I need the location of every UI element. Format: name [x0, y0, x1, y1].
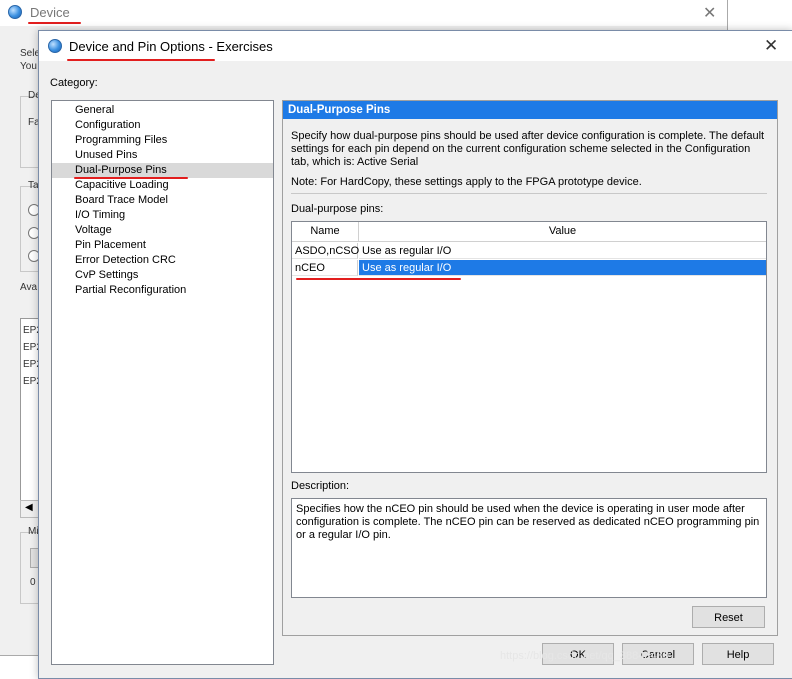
bg-fragment: You	[20, 61, 37, 72]
device-and-pin-options-dialog: Device and Pin Options - Exercises ✕ Cat…	[38, 30, 792, 679]
category-item-capacitive-loading[interactable]: Capacitive Loading	[52, 178, 273, 193]
dual-purpose-pins-label: Dual-purpose pins:	[291, 203, 384, 215]
category-item-io-timing[interactable]: I/O Timing	[52, 208, 273, 223]
globe-app-icon	[48, 39, 62, 53]
bg-fragment: Sele	[20, 48, 41, 59]
separator	[291, 193, 767, 194]
description-text: Specifies how the nCEO pin should be use…	[296, 503, 760, 541]
close-icon[interactable]: ✕	[703, 3, 716, 23]
category-item-voltage[interactable]: Voltage	[52, 223, 273, 238]
reset-button[interactable]: Reset	[692, 606, 765, 628]
watermark: https://blog.csdn.net/qq_38843430	[500, 650, 669, 662]
dual-purpose-pins-table[interactable]: Name Value ASDO,nCSO Use as regular I/O …	[291, 221, 767, 473]
table-row-value-cell[interactable]: Use as regular I/O	[359, 243, 766, 259]
category-item-partial-reconfiguration[interactable]: Partial Reconfiguration	[52, 283, 273, 298]
panel-header: Dual-Purpose Pins	[283, 101, 777, 119]
description-label: Description:	[291, 480, 350, 492]
column-header-name[interactable]: Name	[292, 222, 359, 242]
help-button[interactable]: Help	[702, 643, 774, 665]
category-item-cvp-settings[interactable]: CvP Settings	[52, 268, 273, 283]
dual-purpose-pins-panel: Dual-Purpose Pins Specify how dual-purpo…	[282, 100, 778, 636]
description-box: Specifies how the nCEO pin should be use…	[291, 498, 767, 598]
bg-fragment: Ta	[28, 180, 39, 191]
annotation-underline	[296, 278, 461, 280]
panel-description: Specify how dual-purpose pins should be …	[291, 130, 765, 168]
category-item-unused-pins[interactable]: Unused Pins	[52, 148, 273, 163]
table-row-name-cell[interactable]: nCEO	[292, 260, 358, 276]
close-icon[interactable]: ✕	[764, 36, 778, 56]
dialog-titlebar: Device and Pin Options - Exercises ✕	[39, 31, 792, 61]
table-row-name-cell[interactable]: ASDO,nCSO	[292, 243, 359, 259]
annotation-underline	[67, 59, 215, 61]
bg-fragment: Mi	[28, 526, 39, 537]
hardcopy-note: Note: For HardCopy, these settings apply…	[291, 176, 642, 188]
globe-app-icon	[8, 5, 22, 19]
category-tree[interactable]: General Configuration Programming Files …	[51, 100, 274, 665]
category-item-board-trace-model[interactable]: Board Trace Model	[52, 193, 273, 208]
category-label: Category:	[50, 77, 98, 89]
background-titlebar: Device ✕	[0, 0, 727, 26]
background-window-title: Device	[30, 5, 70, 20]
category-item-pin-placement[interactable]: Pin Placement	[52, 238, 273, 253]
table-row-value-cell-selected[interactable]: Use as regular I/O	[359, 260, 766, 276]
annotation-underline	[28, 22, 81, 24]
bg-fragment: 0	[30, 577, 36, 588]
dialog-title: Device and Pin Options - Exercises	[69, 39, 273, 54]
bg-fragment: Ava	[20, 282, 38, 293]
category-item-configuration[interactable]: Configuration	[52, 118, 273, 133]
category-item-dual-purpose-pins[interactable]: Dual-Purpose Pins	[52, 163, 273, 178]
category-item-general[interactable]: General	[52, 103, 273, 118]
column-header-value[interactable]: Value	[359, 222, 766, 242]
category-item-error-detection-crc[interactable]: Error Detection CRC	[52, 253, 273, 268]
category-item-programming-files[interactable]: Programming Files	[52, 133, 273, 148]
annotation-underline	[74, 177, 188, 179]
chevron-left-icon: ◀	[25, 502, 33, 513]
